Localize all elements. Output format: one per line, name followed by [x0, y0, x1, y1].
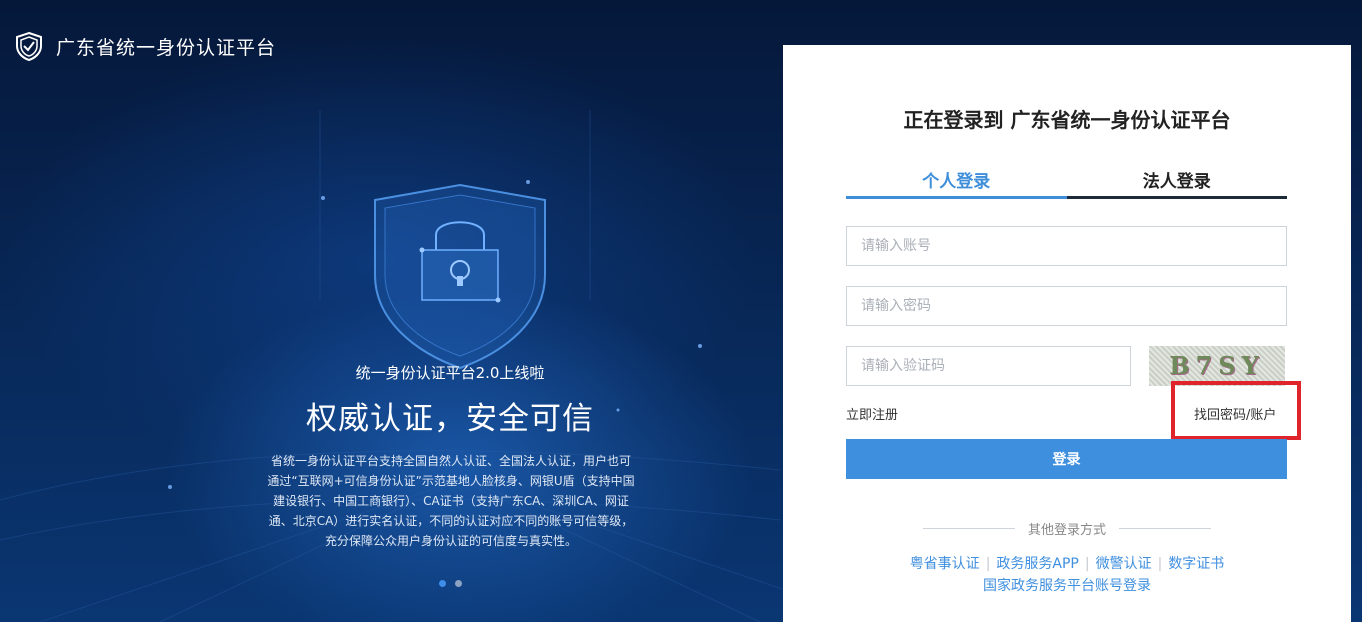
carousel-indicators	[439, 580, 462, 587]
lock-shield-illustration	[374, 183, 546, 370]
carousel-dot[interactable]	[455, 580, 462, 587]
login-title: 正在登录到 广东省统一身份认证平台	[903, 108, 1231, 132]
site-logo[interactable]: 广东省统一身份认证平台	[14, 31, 277, 62]
tab-personal-login[interactable]: 个人登录	[846, 163, 1067, 199]
captcha-image[interactable]: B7SY	[1149, 346, 1285, 386]
highlight-annotation-box	[1171, 381, 1301, 440]
police-login-link[interactable]: 微警认证	[1096, 556, 1152, 572]
captcha-input[interactable]	[846, 346, 1131, 386]
password-input[interactable]	[846, 286, 1287, 326]
digital-certificate-login-link[interactable]: 数字证书	[1168, 556, 1224, 572]
hero-title: 权威认证，安全可信	[306, 401, 594, 437]
hero-subtitle: 统一身份认证平台2.0上线啦	[355, 364, 545, 382]
login-tabs: 个人登录 法人登录	[846, 163, 1287, 199]
register-link[interactable]: 立即注册	[846, 404, 898, 423]
account-input[interactable]	[846, 226, 1287, 266]
other-methods-divider: 其他登录方式	[923, 519, 1211, 539]
other-login-methods: 粤省事认证 | 政务服务APP | 微警认证 | 数字证书	[783, 553, 1351, 573]
divider-line	[1119, 528, 1211, 529]
login-panel: 正在登录到 广东省统一身份认证平台 个人登录 法人登录 B7SY 立即注册 找回…	[783, 45, 1351, 622]
link-separator: |	[985, 556, 991, 572]
site-title: 广东省统一身份认证平台	[56, 36, 277, 59]
yueshengshi-login-link[interactable]: 粤省事认证	[910, 556, 980, 572]
hero-description: 省统一身份认证平台支持全国自然人认证、全国法人认证，用户也可通过“互联网+可信身…	[267, 454, 635, 548]
carousel-dot[interactable]	[439, 580, 446, 587]
link-separator: |	[1157, 556, 1163, 572]
link-separator: |	[1084, 556, 1090, 572]
shield-check-icon	[14, 31, 44, 62]
tab-corporate-login[interactable]: 法人登录	[1066, 163, 1287, 199]
national-gov-login-link[interactable]: 国家政务服务平台账号登录	[783, 575, 1351, 595]
gov-app-login-link[interactable]: 政务服务APP	[996, 556, 1078, 572]
captcha-text: B7SY	[1169, 351, 1265, 380]
login-button[interactable]: 登录	[846, 439, 1287, 479]
